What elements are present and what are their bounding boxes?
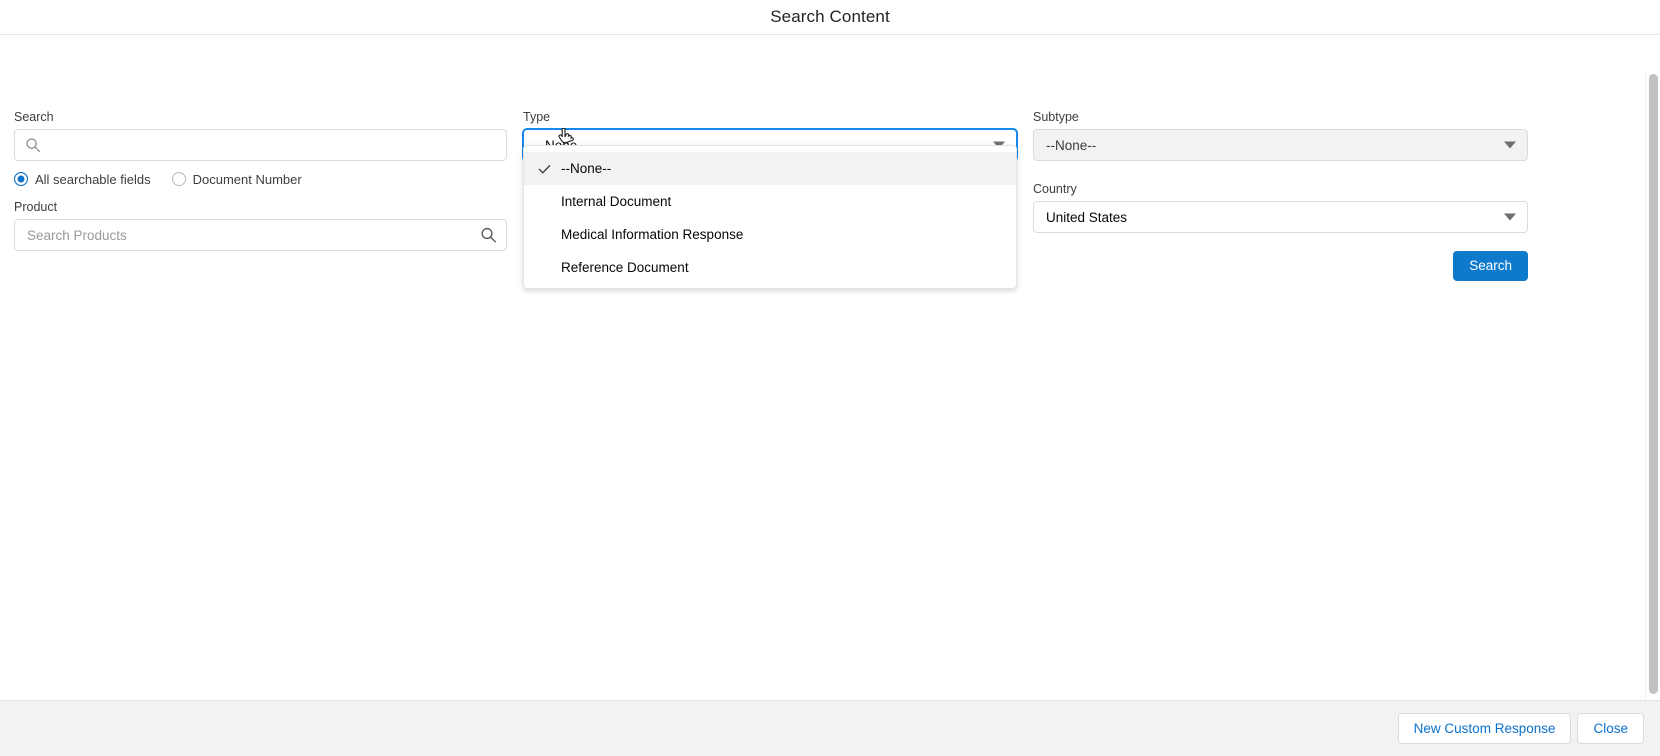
radio-label-document-number: Document Number [193,172,302,187]
modal-header: Search Content [0,0,1660,35]
modal-footer: New Custom Response Close [0,700,1660,756]
field-search: Search [14,109,507,161]
radio-label-all-searchable-fields: All searchable fields [35,172,151,187]
new-custom-response-button[interactable]: New Custom Response [1398,713,1572,744]
type-option-medical-information-response[interactable]: Medical Information Response [524,218,1016,251]
product-search-icon[interactable] [480,227,497,244]
page-title: Search Content [770,7,890,27]
type-option-none[interactable]: --None-- [524,152,1016,185]
country-selected-value: United States [1046,210,1127,225]
field-type: Type --None-- --None-- [523,109,1017,161]
subtype-selected-value: --None-- [1046,138,1096,153]
type-dropdown-listbox[interactable]: --None-- Internal Document Medical Infor… [523,145,1017,289]
form-column-middle: Type --None-- --None-- [523,109,1017,161]
type-option-label: Internal Document [561,194,671,209]
close-button[interactable]: Close [1577,713,1644,744]
product-search-input[interactable] [14,219,507,251]
chevron-down-icon[interactable] [1504,142,1516,149]
field-subtype: Subtype --None-- [1033,109,1528,161]
search-label: Search [14,109,507,125]
form-column-left: Search All searchabl [14,109,507,251]
country-label: Country [1033,181,1528,197]
modal-body: Search All searchabl [0,36,1660,700]
type-option-internal-document[interactable]: Internal Document [524,185,1016,218]
chevron-down-icon[interactable] [1504,214,1516,221]
radio-document-number[interactable]: Document Number [172,172,302,187]
radio-indicator-unselected[interactable] [172,172,186,186]
radio-indicator-selected[interactable] [14,172,28,186]
type-option-reference-document[interactable]: Reference Document [524,251,1016,284]
type-option-label: Reference Document [561,260,689,275]
type-option-label: --None-- [561,161,611,176]
field-product: Product [14,199,507,251]
check-icon [537,161,552,176]
vertical-scrollbar-track[interactable] [1645,72,1660,736]
search-button[interactable]: Search [1453,251,1528,281]
form-column-right: Subtype --None-- Country United States S… [1033,109,1528,281]
product-input-wrap [14,219,507,251]
type-label: Type [523,109,1017,125]
search-action-row: Search [1033,251,1528,281]
search-input[interactable] [14,129,507,161]
field-country: Country United States [1033,181,1528,233]
search-scope-radio-group: All searchable fields Document Number [14,170,507,188]
search-input-wrap [14,129,507,161]
vertical-scrollbar-thumb[interactable] [1649,74,1658,694]
country-combobox[interactable]: United States [1033,201,1528,233]
subtype-combobox[interactable]: --None-- [1033,129,1528,161]
type-option-label: Medical Information Response [561,227,743,242]
subtype-label: Subtype [1033,109,1528,125]
radio-all-searchable-fields[interactable]: All searchable fields [14,172,151,187]
search-form: Search All searchabl [0,36,1645,700]
product-label: Product [14,199,507,215]
